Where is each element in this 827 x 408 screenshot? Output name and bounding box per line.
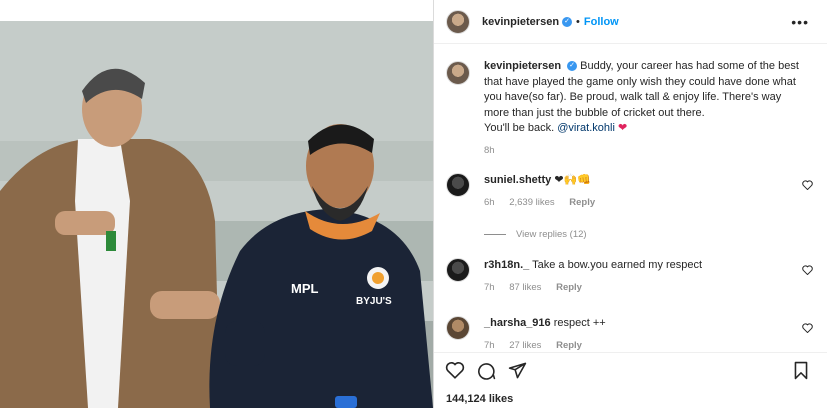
comment-time[interactable]: 7h [484,340,495,350]
author-avatar[interactable] [446,9,470,34]
post-likes-count[interactable]: 144,124 likes [446,393,513,405]
comment-body: suniel.shetty ❤🙌👊 6h 2,639 likes Reply [484,173,784,210]
comment-like-heart-icon[interactable] [802,265,813,275]
comment-like-heart-icon[interactable] [802,323,813,333]
more-options-icon[interactable]: ••• [791,14,809,30]
post-photo-illustration: MPL BYJU'S [0,21,433,408]
commenter-avatar[interactable] [446,173,470,197]
verified-icon: ✓ [567,61,578,72]
post-actions-bar [434,352,827,388]
reply-button[interactable]: Reply [556,282,582,293]
bookmark-icon[interactable] [793,361,809,380]
follow-button[interactable]: Follow [584,16,619,28]
commenter-username[interactable]: suniel.shetty [484,174,551,186]
comment-likes[interactable]: 27 likes [509,340,541,350]
comment-like-heart-icon[interactable] [802,180,813,190]
post-header: kevinpietersen ✓ • Follow ••• [434,0,827,44]
photo-top-strip [0,0,433,21]
jersey-logo: MPL [291,281,319,296]
commenter-avatar[interactable] [446,258,470,282]
view-replies-label: View replies (12) [516,229,587,240]
comment-item: suniel.shetty ❤🙌👊 6h 2,639 likes Reply [446,173,816,210]
caption-text-line2: You'll be back. [484,122,555,134]
caption-mention-link[interactable]: @virat.kohli [557,122,615,134]
commenter-avatar[interactable] [446,316,470,340]
heart-emoji: ❤ [617,122,628,134]
jersey-sponsor: BYJU'S [356,296,392,307]
commenter-username[interactable]: _harsha_916 [484,317,551,329]
separator-dot: • [576,15,580,28]
view-replies-button[interactable]: View replies (12) [484,229,587,240]
share-icon[interactable] [508,361,527,380]
commenter-username[interactable]: r3h18n._ [484,259,529,271]
comment-item: _harsha_916 respect ++ 7h 27 likes Reply [446,316,816,350]
post-photo[interactable]: MPL BYJU'S [0,21,433,408]
comment-likes[interactable]: 2,639 likes [509,197,554,208]
comment-likes[interactable]: 87 likes [509,282,541,293]
reply-button[interactable]: Reply [556,340,582,350]
comment-text: Take a bow.you earned my respect [532,259,703,271]
comment-time[interactable]: 6h [484,197,495,208]
comment-icon[interactable] [477,361,496,380]
comment-meta: 7h 87 likes Reply [484,280,784,295]
comment-meta: 7h 27 likes Reply [484,338,784,350]
comment-item: r3h18n._ Take a bow.you earned my respec… [446,258,816,295]
caption-timestamp[interactable]: 8h [484,143,806,159]
author-username[interactable]: kevinpietersen [482,16,559,28]
comment-meta: 6h 2,639 likes Reply [484,195,784,210]
comment-text: ❤🙌👊 [554,174,591,186]
caption-body: kevinpietersen ✓ Buddy, your career has … [484,59,806,158]
verified-icon: ✓ [562,16,573,27]
comment-body: r3h18n._ Take a bow.you earned my respec… [484,258,784,295]
comment-text: respect ++ [553,317,606,329]
post-side-panel: kevinpietersen ✓ • Follow ••• kevinpiete… [434,0,827,408]
caption-author-username[interactable]: kevinpietersen [484,60,561,72]
comment-body: _harsha_916 respect ++ 7h 27 likes Reply [484,316,784,350]
heart-icon[interactable] [445,361,465,379]
view-replies-line [484,234,506,235]
comment-time[interactable]: 7h [484,282,495,293]
caption-author-avatar[interactable] [446,61,470,85]
reply-button[interactable]: Reply [569,197,595,208]
author-name-row: kevinpietersen ✓ • Follow [482,16,619,28]
post-caption: kevinpietersen ✓ Buddy, your career has … [446,59,816,158]
